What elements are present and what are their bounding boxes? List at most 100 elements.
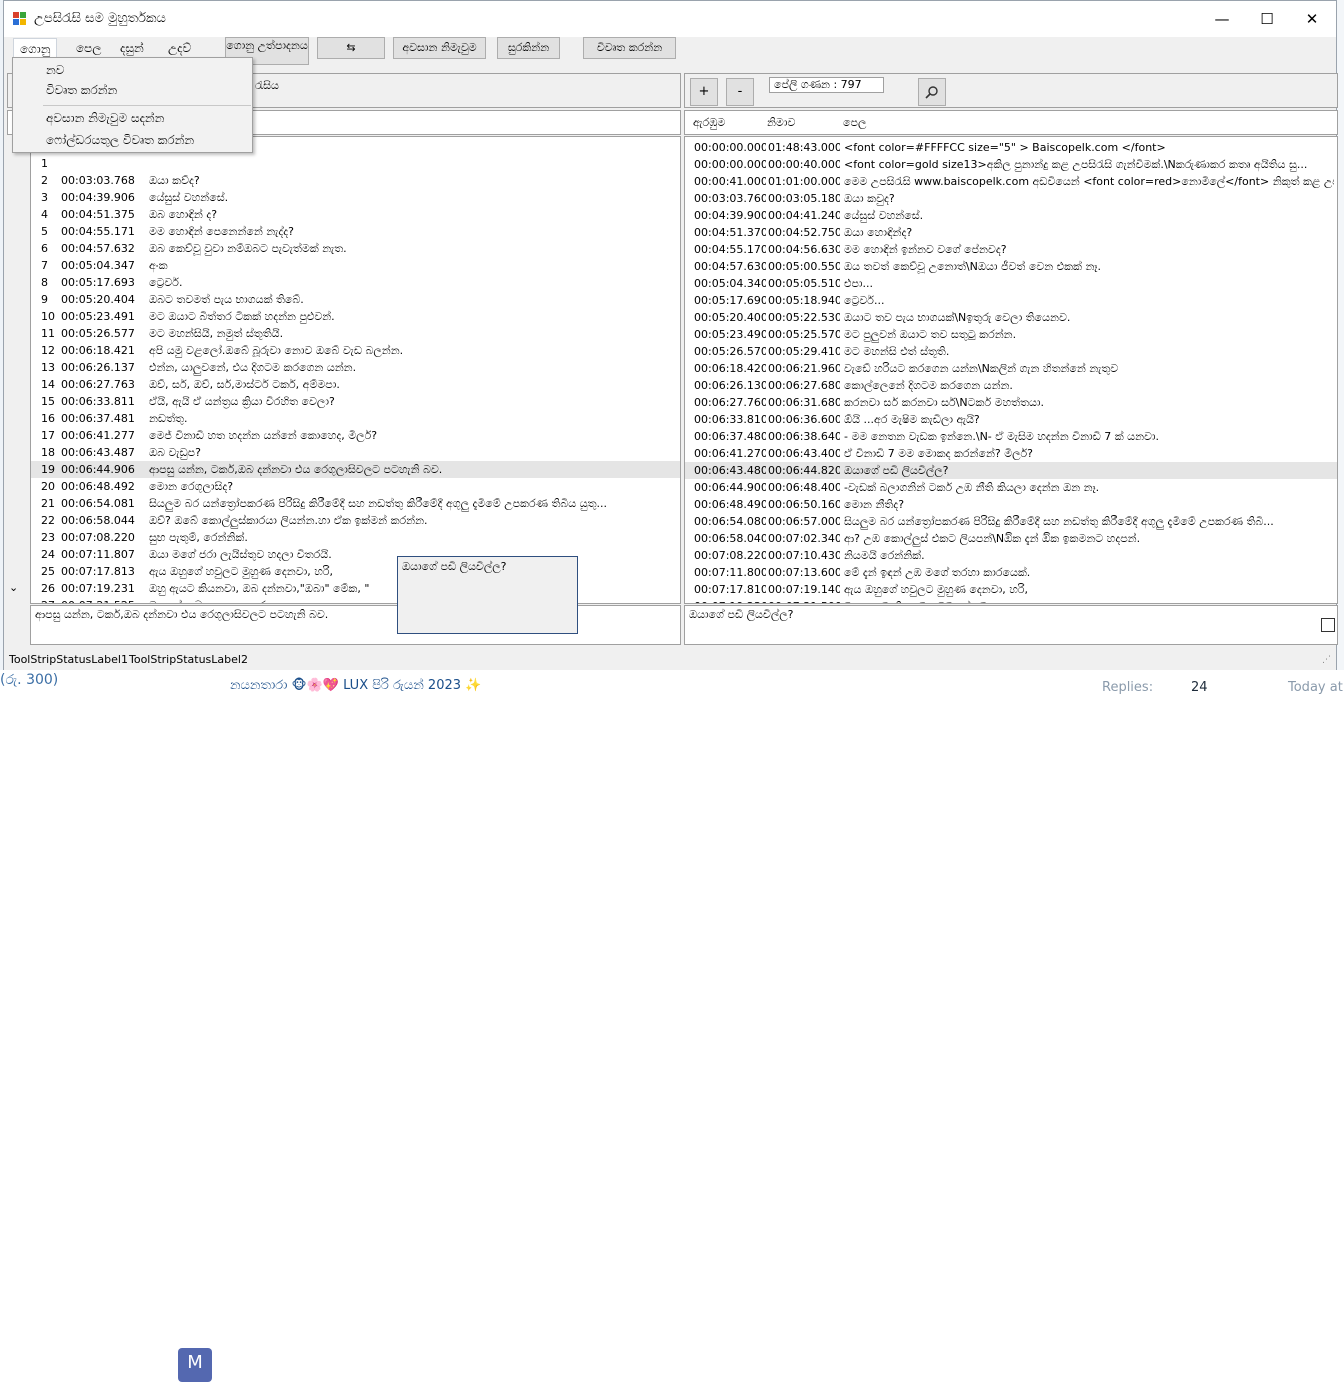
table-row[interactable]: 25 00:07:17.813 ඇය ඔහුගේ හවුලට මුහුණ දෙනවා… (31, 563, 680, 580)
zoom-in-button[interactable]: + (690, 78, 718, 106)
table-row[interactable]: 13 00:06:26.137 එන්න, යාලුවනේ, එය දිගටම කර… (31, 359, 680, 376)
table-row[interactable]: 00:07:19.23000:07:21.500 ඔහු ඇයට කියනවා, … (685, 598, 1337, 603)
table-row[interactable]: 00:05:04.340 00:05:05.510 එපා... (685, 275, 1337, 292)
table-row[interactable]: 20 00:06:48.492 මොන රෙගුලාසිද? (31, 478, 680, 495)
row-end: 00:06:38.640 (768, 430, 840, 443)
table-row[interactable]: 00:06:33.810 00:06:36.600 ඕයි ...අර මැෂිම … (685, 411, 1337, 428)
row-start: 00:06:43.480 (694, 464, 766, 477)
table-row[interactable]: 00:04:55.170 00:04:56.630 මම හොඳින් ඉන්නව … (685, 241, 1337, 258)
scroll-down-icon[interactable]: ⌄ (9, 581, 27, 601)
table-row[interactable]: 8 00:05:17.693 ට්‍රෙවර්. (31, 274, 680, 291)
table-row[interactable]: 14 00:06:27.763 ඔව්, සර්, ඔව්, සර්,මාස්ටර්… (31, 376, 680, 393)
table-row[interactable]: 00:06:37.480 00:06:38.640 - මම නෙතන වැඩක ඉ… (685, 428, 1337, 445)
bg-avatar[interactable]: M (178, 1348, 212, 1382)
row-text: ඔයා කව්ද? (149, 174, 200, 187)
table-row[interactable]: 00:05:23.490 00:05:25.570 මට පුලුවන් ඔයාට … (685, 326, 1337, 343)
title-bar[interactable]: උපසිරැසි සම මුහුර්තකය — ☐ ✕ (4, 1, 1336, 37)
table-row[interactable]: 00:06:27.760 00:06:31.680 කරනවා සර් කරනවා … (685, 394, 1337, 411)
subtitle-popup[interactable]: ඔයාගේ පඩි ලියවිල්ල? (397, 556, 578, 634)
col-start-header[interactable]: ඇරඹුම (693, 116, 725, 130)
row-start: 00:04:39.900 (694, 209, 766, 222)
table-row[interactable]: 00:07:17.810 00:07:19.140 ඇය ඔහුගේ හවුලට ම… (685, 581, 1337, 598)
close-button[interactable]: ✕ (1289, 1, 1335, 37)
table-row[interactable]: 00:04:57.630 00:05:00.550 ඔය තවත් කෙව්වූ උ… (685, 258, 1337, 275)
dd-new[interactable]: නව (46, 63, 64, 78)
table-row[interactable]: 21 00:06:54.081 සියලුම බර යන්ත්‍රෝපකරණ පිර… (31, 495, 680, 512)
source-subtitle-list[interactable]: 1 2 00:03:03.768 ඔයා කව්ද? 3 00:04:39.906 යේසු… (30, 136, 681, 604)
save-button[interactable]: සුරකින්න (497, 37, 560, 59)
table-row[interactable]: 2700:07:21.525ඔහුගේ හඬ ඇසෙන අතර ... (31, 597, 680, 603)
table-row[interactable]: 1 (31, 155, 680, 172)
bg-thread-title[interactable]: නයනතාරා 🐵🌸💖 LUX පිරි රුයන් 2023 ✨ (230, 678, 481, 693)
menu-line[interactable]: පෙල (70, 38, 107, 58)
table-row[interactable]: 00:06:26.130 00:06:27.680 කොල්ලෙනේ දිගටම ක… (685, 377, 1337, 394)
table-row[interactable]: 6 00:04:57.632 ඔබ කෙව්වූ වුවා නම්ඔබට පැවැත… (31, 240, 680, 257)
col-end-header[interactable]: නිමාව (767, 116, 795, 130)
col-text-header[interactable]: පෙල (843, 116, 866, 130)
table-row[interactable]: 00:06:48.490 00:06:50.160 මොන නීතිද? (685, 496, 1337, 513)
row-text: සුභ පැතුම්, රෙන්නික්. (149, 531, 248, 544)
search-button[interactable] (918, 78, 946, 106)
menu-view[interactable]: දසුන් (114, 38, 150, 58)
table-row[interactable]: 19 00:06:44.906 ආපසු යන්න, ටකර්,ඔබ දන්නවා … (31, 461, 680, 478)
row-text: ඔව්, සර්, ඔව්, සර්,මාස්ටර් ටකර්, අම්මපා. (149, 378, 340, 391)
table-row[interactable]: 15 00:06:33.811 ඒයි, ඇයි ඒ යන්ත්‍රය ක්‍රිය… (31, 393, 680, 410)
table-row[interactable]: 00:00:00.000 01:48:43.000 <font color=#FFF… (685, 139, 1337, 156)
table-row[interactable]: 24 00:07:11.807 ඔයා මගේ ජරා ලැයිස්තුව හදලා… (31, 546, 680, 563)
row-end: 00:06:31.680 (768, 396, 840, 409)
table-row[interactable]: 00:06:41.270 00:06:43.400 ඒ විනාඩි 7 මම මො… (685, 445, 1337, 462)
table-row[interactable]: 00:00:00.000 00:00:40.000 <font color=gold… (685, 156, 1337, 173)
table-row[interactable]: 00:07:08.220 00:07:10.430 නියමයි රෙන්නික්. (685, 547, 1337, 564)
size-grip-icon[interactable]: ⋰ (1322, 655, 1331, 665)
open-button[interactable]: විවෘත කරන්න (583, 37, 676, 59)
table-row[interactable]: 18 00:06:43.487 ඔබ වැඩුප? (31, 444, 680, 461)
table-row[interactable]: 17 00:06:41.277 මෙජ් විනාඩි හත හදන්න යන්නේ… (31, 427, 680, 444)
table-row[interactable]: 5 00:04:55.171 මම හොඳින් පෙනෙන්නේ නැද්ද? (31, 223, 680, 240)
row-number: 13 (41, 361, 55, 374)
dd-open-in-folder[interactable]: ෆෝල්ඩරයතුල විවෘත කරන්න (46, 133, 194, 148)
table-row[interactable]: 00:06:43.480 00:06:44.820 ඔයාගේ පඩි ලියවිල… (685, 462, 1337, 479)
table-row[interactable]: 00:05:26.570 00:05:29.410 මට මහන්සි එත් ස්… (685, 343, 1337, 360)
table-row[interactable]: 00:06:44.900 00:06:48.400 -වැඩක් බලාගනින් … (685, 479, 1337, 496)
dd-open[interactable]: විවෘත කරන්න (46, 83, 117, 98)
table-row[interactable]: 22 00:06:58.044 ඔව්? ඔබේ කොල්ලුස්කාරයා ලිය… (31, 512, 680, 529)
zoom-out-button[interactable]: - (726, 78, 754, 106)
status-label-1: ToolStripStatusLabel1 (9, 653, 128, 666)
resize-checkbox[interactable] (1321, 618, 1335, 632)
table-row[interactable]: 4 00:04:51.375 ඔබ හොඳින් ද? (31, 206, 680, 223)
dd-open-last-output[interactable]: අවසාන නිමැවුම සදන්න (46, 111, 164, 126)
table-row[interactable]: 11 00:05:26.577 මට මහන්සියි, නමුත් ස්තූතිය… (31, 325, 680, 342)
table-row[interactable]: 00:07:11.800 00:07:13.600 මේ දැන් ඉඳන් උඹ … (685, 564, 1337, 581)
table-row[interactable]: 16 00:06:37.481 නඩත්තු. (31, 410, 680, 427)
target-subtitle-list[interactable]: 00:00:00.000 01:48:43.000 <font color=#FFF… (684, 136, 1338, 604)
table-row[interactable]: 00:04:39.900 00:04:41.240 යේසුස් වහන්සේ. (685, 207, 1337, 224)
row-text: ඔය තවත් කෙව්වූ උනොත්\Nඔයා ජීවත් වෙන එකක්… (844, 260, 1101, 273)
table-row[interactable]: 23 00:07:08.220 සුභ පැතුම්, රෙන්නික්. (31, 529, 680, 546)
minimize-button[interactable]: — (1199, 1, 1245, 37)
menu-help[interactable]: උදව් (162, 38, 197, 58)
table-row[interactable]: 3 00:04:39.906 යේසුස් වහන්සේ. (31, 189, 680, 206)
table-row[interactable]: 10 00:05:23.491 මට ඔයාට බිත්තර ටිකක් හදන්න… (31, 308, 680, 325)
table-row[interactable]: 12 00:06:18.421 අපි යමු වළලෝ.ඔබේ බූරුවා නො… (31, 342, 680, 359)
row-start: 00:06:48.490 (694, 498, 766, 511)
table-row[interactable]: 7 00:05:04.347 අංක (31, 257, 680, 274)
row-text: මම හොඳින් ඉන්නව වගේ පේනවද? (844, 243, 1007, 256)
table-row[interactable]: 00:06:58.040 00:07:02.340 ආ? උඹ කොල්ලුස් එ… (685, 530, 1337, 547)
target-preview-box[interactable]: ඔයාගේ පඩි ලියවිල්ල? (684, 605, 1338, 645)
table-row[interactable]: 00:03:03.760 00:03:05.180 ඔයා කවුද? (685, 190, 1337, 207)
row-number: 22 (41, 514, 55, 527)
table-row[interactable]: 00:06:18.420 00:06:21.960 වැඩේ හරියට කරගෙන… (685, 360, 1337, 377)
table-row[interactable]: 00:06:54.080 00:06:57.000 සියලුම බර යන්ත්‍… (685, 513, 1337, 530)
table-row[interactable]: 00:00:41.000 01:01:00.000 මෙම උපසිරැසි www… (685, 173, 1337, 190)
table-row[interactable]: 00:05:20.400 00:05:22.530 ඔයාට තව පැය භාගය… (685, 309, 1337, 326)
open-last-output-button[interactable]: අවසාන නිමැවුම (393, 37, 486, 59)
bg-price-text[interactable]: (රු. 300) (0, 672, 58, 688)
swap-button[interactable]: ⇆ (317, 37, 385, 59)
table-row[interactable]: 00:05:17.690 00:05:18.940 ට්‍රෙවර්... (685, 292, 1337, 309)
source-preview-box[interactable]: ආපසු යන්න, ටකර්,ඔබ දන්නවා එය රෙගුලාසිවලට… (30, 605, 681, 645)
table-row[interactable]: 9 00:05:20.404 ඔබට තවමත් පැය භාගයක් තිබේ. (31, 291, 680, 308)
table-row[interactable]: 00:04:51.370 00:04:52.750 ඔයා හොඳින්ද? (685, 224, 1337, 241)
table-row[interactable]: 26 00:07:19.231 ඔහු ඇයට කියනවා, ඔබ දන්නවා,… (31, 580, 680, 597)
table-row[interactable]: 2 00:03:03.768 ඔයා කව්ද? (31, 172, 680, 189)
maximize-button[interactable]: ☐ (1244, 1, 1290, 37)
